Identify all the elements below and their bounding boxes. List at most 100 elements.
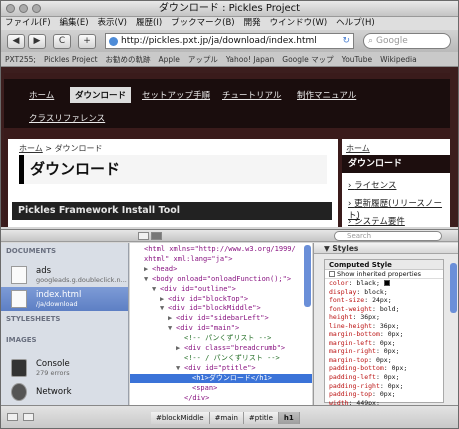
bookmark-item[interactable]: Yahoo! Japan	[226, 55, 274, 64]
dom-crumb[interactable]: #main	[209, 412, 244, 424]
dom-node[interactable]: ▼ <div id="ptitle">	[130, 364, 256, 373]
dom-node[interactable]: <span>	[130, 384, 217, 393]
menu-bookmarks[interactable]: ブックマーク(B)	[171, 17, 234, 30]
dom-node[interactable]: ▼ <body onload="onloadFunction();">	[130, 275, 291, 284]
property-value: bold;	[379, 304, 400, 313]
side-home-link[interactable]: ホーム	[346, 143, 370, 154]
computed-property: margin-right: 0px;	[329, 347, 400, 356]
nav-home[interactable]: ホーム	[29, 89, 54, 101]
dom-node[interactable]: <h1>ダウンロード</h1>	[130, 373, 312, 383]
bookmark-item[interactable]: Pickles Project	[44, 55, 98, 64]
resource-url: /ja/download	[36, 300, 78, 308]
dom-crumb[interactable]: #ptitle	[243, 412, 279, 424]
breadcrumb: ホーム > ダウンロード	[19, 143, 103, 154]
expand-triangle-icon[interactable]: ▶	[160, 295, 168, 304]
dom-scrollbar[interactable]	[304, 245, 311, 307]
breadcrumb-current: ダウンロード	[54, 144, 103, 153]
address-bar[interactable]: http://pickles.pxt.jp/ja/download/index.…	[105, 33, 354, 49]
web-page-viewport: ホーム ダウンロード セットアップ手順 チュートリアル 制作マニュアル クラスリ…	[1, 67, 458, 227]
images-section[interactable]: IMAGES	[6, 336, 37, 344]
dom-crumb[interactable]: #blockMiddle	[151, 412, 210, 424]
close-window-button[interactable]	[6, 4, 15, 13]
menu-edit[interactable]: 編集(E)	[60, 17, 89, 30]
bookmark-item[interactable]: Google マップ	[282, 54, 333, 65]
menu-help[interactable]: ヘルプ(H)	[336, 17, 375, 30]
breadcrumb-home-link[interactable]: ホーム	[19, 144, 43, 153]
resource-index-html[interactable]: index.html /ja/download	[1, 287, 128, 311]
expand-triangle-icon[interactable]: ▶	[144, 265, 152, 274]
dom-node[interactable]: ▶ <div class="breadcrumb">	[130, 344, 285, 353]
dom-node[interactable]: <!-- / パンくずリスト -->	[130, 354, 280, 363]
expand-triangle-icon[interactable]: ▶	[176, 344, 184, 353]
minimize-window-button[interactable]	[19, 4, 28, 13]
dom-node[interactable]: <!-- パンくずリスト -->	[130, 334, 271, 343]
dom-node[interactable]: ▼ <div id="outline">	[130, 285, 236, 294]
collapse-triangle-icon[interactable]: ▼	[160, 304, 168, 313]
bookmark-item[interactable]: Apple	[159, 55, 180, 64]
show-inherited-checkbox[interactable]: Show inherited properties	[325, 270, 443, 279]
bookmarks-bar: PXT255; Pickles Project お勧めの軌跡 Apple アップ…	[1, 52, 458, 67]
add-bookmark-button[interactable]: +	[78, 33, 96, 49]
property-name: font-size	[329, 296, 365, 305]
dom-node[interactable]: ▼ <div id="blockMiddle">	[130, 304, 261, 313]
bookmark-item[interactable]: お勧めの軌跡	[106, 54, 151, 65]
zoom-window-button[interactable]	[32, 4, 41, 13]
dom-node-text: <h1>ダウンロード</h1>	[192, 373, 272, 382]
menu-window[interactable]: ウインドウ(W)	[270, 17, 328, 30]
nav-class-reference[interactable]: クラスリファレンス	[29, 112, 105, 124]
menu-file[interactable]: ファイル(F)	[5, 17, 51, 30]
menu-view[interactable]: 表示(V)	[98, 17, 127, 30]
menu-history[interactable]: 履歴(I)	[136, 17, 162, 30]
dom-node[interactable]: xhtml" xml:lang="ja">	[130, 255, 233, 264]
dom-node[interactable]: <html xmlns="http://www.w3.org/1999/	[130, 245, 296, 254]
nav-setup[interactable]: セットアップ手順	[142, 89, 210, 101]
bookmark-item[interactable]: YouTube	[342, 55, 373, 64]
reload-arrow-icon[interactable]: ↻	[342, 36, 353, 46]
menu-develop[interactable]: 開発	[244, 17, 261, 30]
styles-scrollbar[interactable]	[450, 263, 457, 313]
documents-section[interactable]: DOCUMENTS	[6, 247, 56, 255]
url-text[interactable]: http://pickles.pxt.jp/ja/download/index.…	[121, 36, 339, 46]
nav-download[interactable]: ダウンロード	[70, 87, 132, 103]
window-title: ダウンロード : Pickles Project	[158, 3, 301, 14]
bookmark-item[interactable]: Wikipedia	[380, 55, 417, 64]
search-field[interactable]: ⌕ Google	[363, 33, 451, 49]
property-name: line-height	[329, 321, 373, 330]
console-item[interactable]: Console 279 errors	[1, 356, 128, 380]
property-value: 36px;	[379, 321, 400, 330]
dock-icon[interactable]	[7, 413, 18, 421]
forward-button[interactable]: ▶	[28, 33, 46, 49]
inspector-search-input[interactable]: Search	[334, 231, 442, 241]
dom-crumb-current[interactable]: h1	[278, 412, 300, 424]
stylesheets-section[interactable]: STYLESHEETS	[6, 315, 60, 323]
dom-node[interactable]: ▶ <div id="blockTop">	[130, 295, 248, 304]
collapse-triangle-icon[interactable]: ▼	[176, 364, 184, 373]
nav-tutorial[interactable]: チュートリアル	[222, 89, 281, 101]
collapse-triangle-icon[interactable]: ▼	[144, 275, 152, 284]
console-icon	[11, 359, 27, 377]
console-toggle-icon[interactable]	[23, 413, 34, 421]
dock-toggle-button[interactable]	[138, 232, 149, 240]
dom-node[interactable]: </div>	[130, 394, 209, 403]
bookmark-item[interactable]: アップル	[188, 54, 218, 65]
collapse-triangle-icon[interactable]: ▼	[152, 285, 160, 294]
side-link-requirements[interactable]: › システム要件	[348, 215, 405, 227]
back-button[interactable]: ◀	[7, 33, 25, 49]
dom-node[interactable]: ▼ <div id="main">	[130, 324, 239, 333]
bookmark-item[interactable]: PXT255;	[5, 55, 36, 64]
network-item[interactable]: Network	[1, 380, 128, 404]
dom-node[interactable]: ▶ <div id="sidebarLeft">	[130, 314, 269, 323]
collapse-triangle-icon[interactable]: ▼	[168, 324, 176, 333]
resource-ads[interactable]: ads googleads.g.doubleclick.n...	[1, 263, 128, 287]
reload-button[interactable]: C	[53, 33, 71, 49]
main-content: ホーム > ダウンロード ダウンロード Pickles Framework In…	[8, 139, 338, 227]
styles-header[interactable]: ▼ Styles	[314, 243, 458, 254]
checkbox-box[interactable]	[329, 271, 335, 277]
dom-node[interactable]: ▶ <head>	[130, 265, 177, 274]
nav-manual[interactable]: 制作マニュアル	[297, 89, 356, 101]
expand-triangle-icon[interactable]: ▶	[168, 314, 176, 323]
side-heading: ダウンロード	[342, 155, 450, 173]
element-view-button[interactable]	[151, 232, 162, 240]
side-link-license[interactable]: › ライセンス	[348, 179, 396, 191]
dom-node-text: xhtml" xml:lang="ja">	[144, 254, 233, 263]
